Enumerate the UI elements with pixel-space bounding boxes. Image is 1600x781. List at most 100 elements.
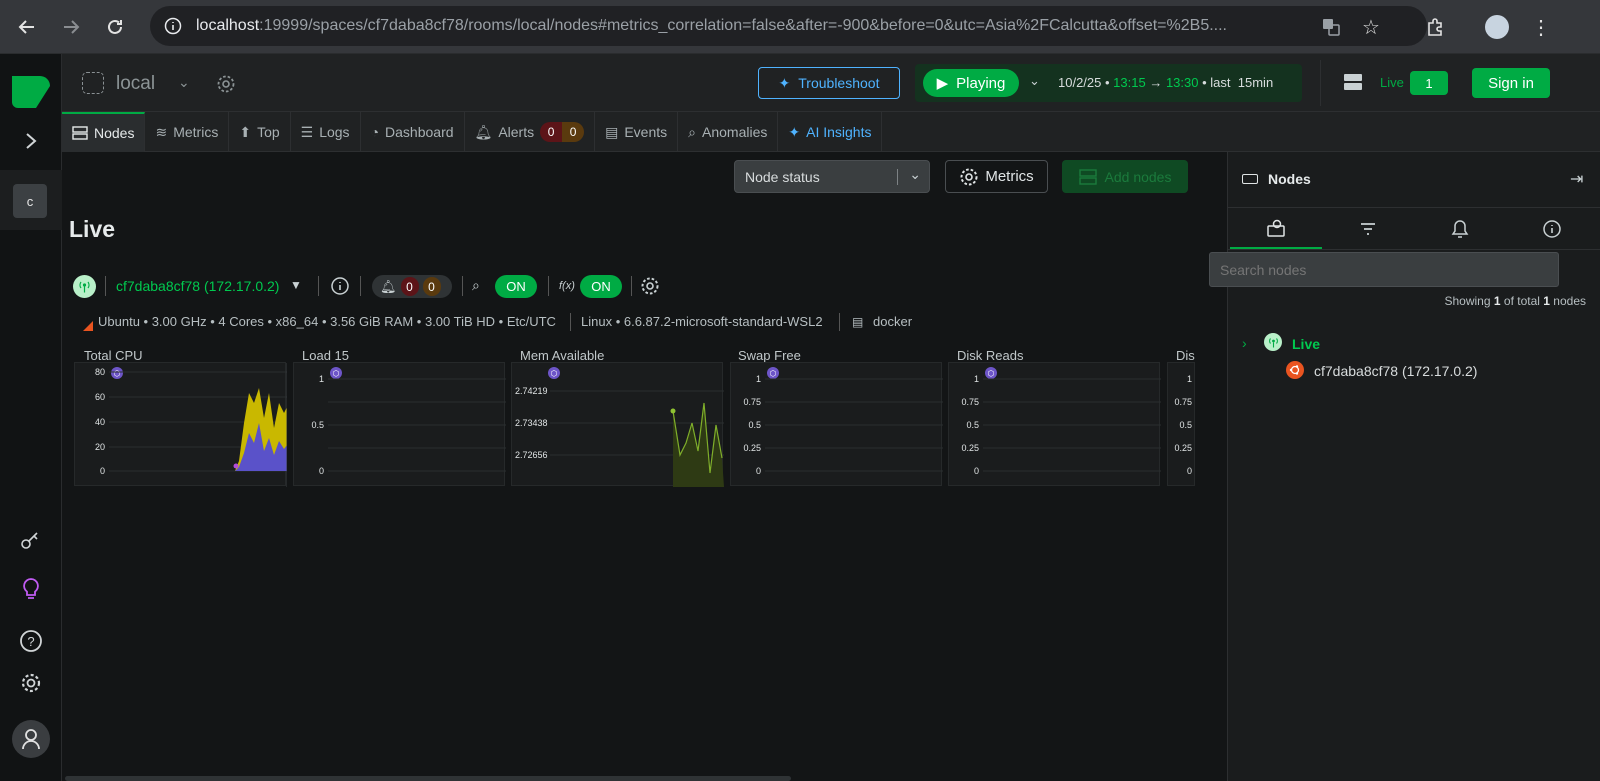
time-controls: ▶ Playing ⌄ 10/2/25 • 13:15 → 13:30 • las… xyxy=(915,64,1302,102)
site-info-icon[interactable] xyxy=(164,17,182,35)
tick-label: 0.5 xyxy=(1179,420,1192,430)
live-group-icon xyxy=(1264,333,1282,351)
tick-label: 20 xyxy=(94,442,105,452)
tab-nodes[interactable]: Nodes xyxy=(62,112,146,152)
showing-count: Showing 1 of total 1 nodes xyxy=(1444,294,1586,308)
node-search-icon xyxy=(1267,219,1285,237)
metrics-button[interactable]: Metrics xyxy=(945,160,1048,193)
expand-group-icon[interactable]: › xyxy=(1242,335,1247,351)
chart-disk-partial[interactable]: 1 0.75 0.5 0.25 0 xyxy=(1167,362,1195,486)
divider xyxy=(318,276,319,296)
panel-tab-info[interactable] xyxy=(1506,209,1598,249)
tab-events[interactable]: ▤ Events xyxy=(595,112,679,152)
bookmark-star-icon[interactable]: ☆ xyxy=(1356,12,1386,42)
arrow-up-icon: ⬆ xyxy=(239,123,252,140)
nodes-icon xyxy=(1078,168,1097,185)
ubuntu-icon xyxy=(1286,361,1304,379)
alerts-count-badge: 00 xyxy=(540,122,585,142)
panel-tab-filter[interactable] xyxy=(1322,209,1414,249)
tab-alerts[interactable]: 🔔︎ Alerts 00 xyxy=(465,112,596,152)
space-avatar[interactable]: c xyxy=(13,184,47,218)
container-info: docker xyxy=(873,314,913,329)
tick-label: 0.25 xyxy=(1174,443,1192,453)
chart-swap-free[interactable]: 1 0.75 0.5 0.25 0 ⬡ xyxy=(730,362,943,486)
mem-plot xyxy=(550,390,724,487)
node-name-link[interactable]: cf7daba8cf78 (172.17.0.2) xyxy=(116,278,279,294)
browser-toolbar: localhost:19999/spaces/cf7daba8cf78/room… xyxy=(0,0,1600,54)
collapse-panel-icon[interactable]: ⇥ xyxy=(1570,169,1583,189)
settings-gear-icon[interactable] xyxy=(16,668,46,698)
extensions-icon[interactable] xyxy=(1420,12,1450,42)
tick-label: 0.5 xyxy=(966,420,979,430)
tab-metrics[interactable]: ≋ Metrics xyxy=(145,112,230,152)
room-settings-icon[interactable] xyxy=(216,74,236,97)
tick-label: 60 xyxy=(94,392,105,402)
back-icon[interactable] xyxy=(12,12,42,42)
metrics-icon: ≋ xyxy=(155,123,168,140)
tick-label: 1 xyxy=(973,374,979,384)
sign-in-button[interactable]: Sign in xyxy=(1472,68,1550,98)
time-range[interactable]: 10/2/25 • 13:15 → 13:30 • last 15min xyxy=(1058,75,1273,90)
function-icon: f(x) xyxy=(559,280,575,292)
netdata-logo[interactable] xyxy=(12,74,50,110)
group-label[interactable]: Live xyxy=(1292,336,1320,352)
tick-label: 0 xyxy=(755,466,761,476)
info-icon[interactable] xyxy=(330,276,350,299)
translate-icon[interactable] xyxy=(1316,12,1346,42)
room-dropdown-icon[interactable]: ⌄ xyxy=(178,74,190,91)
reload-icon[interactable] xyxy=(100,12,130,42)
filter-icon xyxy=(1361,223,1375,235)
panel-node-name[interactable]: cf7daba8cf78 (172.17.0.2) xyxy=(1314,363,1477,379)
node-status-select[interactable]: Node status ⌄ xyxy=(734,160,930,193)
tab-dashboard[interactable]: ◔ Dashboard xyxy=(361,112,465,152)
tick-label: 80 xyxy=(94,367,105,377)
live-count-badge[interactable]: 1 xyxy=(1410,71,1448,95)
tab-ai-insights[interactable]: ✦ AI Insights xyxy=(778,112,883,152)
tick-label: 0 xyxy=(318,466,324,476)
room-name[interactable]: local xyxy=(116,73,155,95)
playback-dropdown-icon[interactable]: ⌄ xyxy=(1029,73,1040,89)
horizontal-scrollbar[interactable] xyxy=(65,776,791,781)
functions-toggle[interactable]: ON xyxy=(580,275,622,298)
add-nodes-button[interactable]: Add nodes xyxy=(1062,160,1188,193)
browser-menu-icon[interactable]: ⋮ xyxy=(1526,12,1556,42)
troubleshoot-button[interactable]: ✦ Troubleshoot xyxy=(758,67,900,99)
integrations-icon[interactable] xyxy=(16,526,46,556)
forward-icon[interactable] xyxy=(56,12,86,42)
tab-top[interactable]: ⬆ Top xyxy=(229,112,291,152)
lightbulb-icon[interactable] xyxy=(16,574,46,604)
load-plot xyxy=(328,378,506,472)
anomalies-icon: ⌕ xyxy=(688,123,696,140)
tick-label: 0.75 xyxy=(743,397,761,407)
search-nodes-input[interactable] xyxy=(1209,252,1559,287)
node-alerts-pill[interactable]: 🔔︎ 0 0 xyxy=(372,275,452,298)
profile-avatar[interactable] xyxy=(1482,12,1512,42)
kernel-info: Linux • 6.6.87.2-microsoft-standard-WSL2 xyxy=(581,314,823,329)
address-bar[interactable]: localhost:19999/spaces/cf7daba8cf78/room… xyxy=(150,6,1427,46)
chart-total-cpu[interactable]: 80 60 40 20 0 ⬡ xyxy=(74,362,287,487)
nodes-icon xyxy=(72,126,88,140)
divider xyxy=(1228,249,1600,250)
sparkle-icon: ✦ xyxy=(778,74,791,91)
chart-mem-available[interactable]: 2.74219 2.73438 2.72656 ⬡ xyxy=(511,362,724,487)
tick-label: 2.72656 xyxy=(515,450,548,460)
node-settings-icon[interactable] xyxy=(640,276,660,299)
panel-tab-alerts[interactable] xyxy=(1414,209,1506,249)
help-icon[interactable]: ? xyxy=(16,626,46,656)
play-pause-button[interactable]: ▶ Playing xyxy=(923,69,1019,97)
swap-plot xyxy=(765,378,943,472)
tab-logs[interactable]: ☰ Logs xyxy=(291,112,361,152)
node-dropdown-icon[interactable]: ▼ xyxy=(290,278,302,292)
chart-disk-reads[interactable]: 1 0.75 0.5 0.25 0 ⬡ xyxy=(948,362,1161,486)
user-avatar[interactable] xyxy=(12,720,50,758)
anomaly-toggle[interactable]: ON xyxy=(495,275,537,298)
expand-chevron-icon[interactable] xyxy=(16,126,46,156)
tab-anomalies[interactable]: ⌕ Anomalies xyxy=(678,112,779,152)
gear-icon xyxy=(960,168,978,185)
live-node-icon xyxy=(73,275,96,298)
bell-icon xyxy=(1451,220,1469,238)
logs-icon: ☰ xyxy=(300,123,314,140)
panel-tab-nodes[interactable] xyxy=(1230,209,1322,249)
chart-load15[interactable]: 1 0.5 0 ⬡ xyxy=(293,362,506,486)
cpu-plot xyxy=(109,363,287,487)
